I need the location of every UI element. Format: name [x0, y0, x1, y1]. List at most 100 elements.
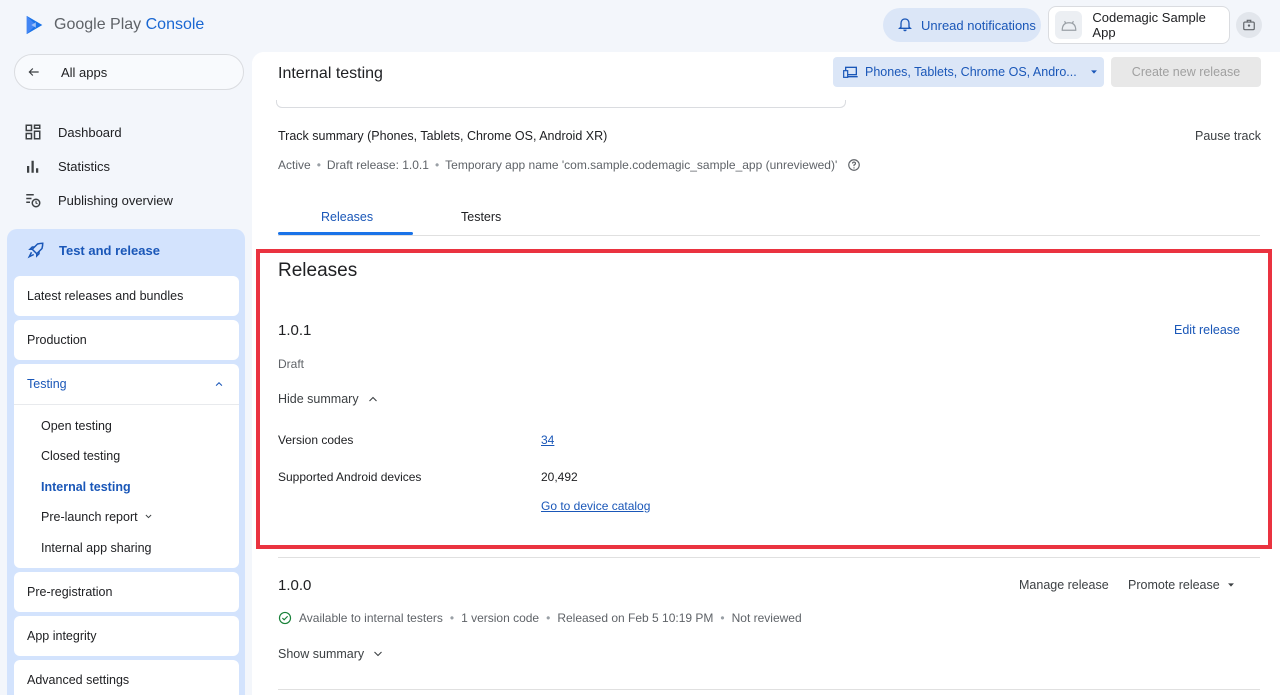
highlight-box: [256, 249, 1272, 549]
sidebar-item-label: Pre-registration: [27, 585, 113, 599]
sidebar: All apps Dashboard Statistics Publishing…: [0, 52, 252, 695]
release-date: Released on Feb 5 10:19 PM: [557, 611, 714, 625]
edit-release-button[interactable]: Edit release: [1174, 323, 1240, 337]
notification-bell-icon: [898, 18, 912, 32]
test-and-release-group: Test and release Latest releases and bun…: [7, 229, 245, 695]
separator-dot: •: [449, 611, 455, 625]
active-tab-indicator: [278, 232, 413, 235]
device-catalog-link[interactable]: Go to device catalog: [541, 499, 650, 513]
releases-section-title: Releases: [278, 260, 358, 281]
dropdown-arrow-icon: [1227, 583, 1234, 587]
release-status-line: Available to internal testers • 1 versio…: [278, 611, 802, 625]
sidebar-item-open-testing[interactable]: Open testing: [41, 419, 112, 433]
android-icon: [1061, 20, 1077, 31]
publishing-clock-icon: [26, 194, 41, 208]
sidebar-item-internal-app-sharing[interactable]: Internal app sharing: [41, 541, 152, 555]
help-icon[interactable]: [847, 158, 861, 172]
pause-track-button[interactable]: Pause track: [1195, 129, 1261, 143]
draft-release-info: Draft release: 1.0.1: [326, 158, 429, 172]
sidebar-item-label: Pre-launch report: [41, 510, 138, 524]
sidebar-item-label: Advanced settings: [27, 673, 130, 687]
sidebar-item-advanced-settings[interactable]: Advanced settings: [14, 660, 239, 695]
supported-devices-label: Supported Android devices: [278, 470, 422, 484]
briefcase-icon: [1243, 19, 1255, 31]
logo-product: Console: [145, 16, 205, 33]
sidebar-item-label: Latest releases and bundles: [27, 289, 184, 303]
tab-testers[interactable]: Testers: [461, 210, 501, 224]
page-header: Internal testing Phones, Tablets, Chrome…: [252, 52, 1280, 100]
sidebar-item-production[interactable]: Production: [14, 320, 239, 360]
track-status-line: Active • Draft release: 1.0.1 • Temporar…: [278, 158, 861, 172]
track-summary-title: Track summary (Phones, Tablets, Chrome O…: [278, 129, 608, 143]
unread-notifications-label: Unread notifications: [921, 17, 1036, 33]
app-avatar: [1055, 11, 1083, 39]
main-content: Internal testing Phones, Tablets, Chrome…: [252, 52, 1280, 695]
arrow-back-icon: [28, 68, 39, 76]
chevron-down-icon: [145, 514, 152, 519]
test-and-release-label: Test and release: [59, 242, 160, 258]
hide-summary-button[interactable]: Hide summary: [278, 392, 379, 406]
all-apps-label: All apps: [61, 64, 108, 80]
account-button[interactable]: [1236, 12, 1262, 38]
availability-status: Available to internal testers: [299, 611, 443, 625]
version-code-link[interactable]: 34: [541, 433, 554, 447]
app-name: Codemagic Sample App: [1092, 10, 1206, 40]
sidebar-item-pre-launch-report[interactable]: Pre-launch report: [41, 510, 153, 524]
tab-bar: Releases Testers: [278, 198, 1260, 236]
sidebar-item-app-integrity[interactable]: App integrity: [14, 616, 239, 656]
version-code-count: 1 version code: [461, 611, 540, 625]
separator-dot: •: [316, 158, 321, 172]
release-status: Draft: [278, 357, 305, 371]
google-play-console-logo[interactable]: Google Play Console: [24, 14, 204, 36]
create-new-release-button[interactable]: Create new release: [1111, 57, 1261, 87]
sidebar-item-label: App integrity: [27, 629, 97, 643]
app-switcher[interactable]: Codemagic Sample App: [1048, 6, 1230, 44]
sidebar-item-closed-testing[interactable]: Closed testing: [41, 449, 120, 463]
play-console-logo-icon: [26, 15, 43, 35]
divider: [14, 404, 239, 405]
divider: [278, 557, 1260, 558]
device-type-select[interactable]: Phones, Tablets, Chrome OS, Andro...: [833, 57, 1104, 87]
sidebar-item-internal-testing[interactable]: Internal testing: [41, 480, 131, 494]
promote-release-label: Promote release: [1128, 578, 1220, 592]
sidebar-item-publishing-overview[interactable]: Publishing overview: [24, 188, 173, 212]
sidebar-item-pre-registration[interactable]: Pre-registration: [14, 572, 239, 612]
sidebar-item-statistics[interactable]: Statistics: [24, 154, 110, 178]
supported-devices-value: 20,492: [541, 470, 578, 484]
unread-notifications-button[interactable]: Unread notifications: [883, 8, 1041, 42]
bar-chart-icon: [27, 160, 39, 173]
sidebar-item-label: Production: [27, 333, 87, 347]
review-status: Not reviewed: [731, 611, 802, 625]
chevron-down-icon: [374, 651, 383, 657]
separator-dot: •: [546, 611, 551, 625]
promote-release-button[interactable]: Promote release: [1128, 578, 1236, 592]
sidebar-testing-card: Testing Open testing Closed testing Inte…: [14, 364, 239, 568]
chevron-up-icon: [368, 396, 377, 402]
dropdown-arrow-icon: [1090, 70, 1097, 74]
sidebar-item-testing[interactable]: Testing: [27, 377, 67, 391]
sidebar-item-dashboard[interactable]: Dashboard: [24, 120, 122, 144]
logo-brand: Google Play: [54, 16, 142, 33]
release-version: 1.0.1: [278, 322, 312, 339]
manage-release-button[interactable]: Manage release: [1019, 578, 1109, 592]
version-codes-label: Version codes: [278, 433, 354, 447]
show-summary-label: Show summary: [278, 647, 365, 661]
hide-summary-label: Hide summary: [278, 392, 359, 406]
dashboard-icon: [25, 124, 41, 140]
sidebar-item-label: Dashboard: [58, 124, 122, 140]
sidebar-item-label: Statistics: [58, 158, 111, 174]
all-apps-button[interactable]: All apps: [14, 54, 244, 90]
release-version: 1.0.0: [278, 577, 312, 594]
show-summary-button[interactable]: Show summary: [278, 647, 384, 661]
tab-releases[interactable]: Releases: [321, 210, 373, 224]
rocket-icon: [27, 242, 44, 259]
device-type-select-value: Phones, Tablets, Chrome OS, Andro...: [865, 65, 1077, 79]
separator-dot: •: [434, 158, 440, 172]
chevron-up-icon[interactable]: [214, 379, 224, 389]
sidebar-item-latest-releases[interactable]: Latest releases and bundles: [14, 276, 239, 316]
devices-icon: [843, 66, 858, 78]
page-title: Internal testing: [278, 65, 383, 82]
sidebar-item-test-and-release[interactable]: Test and release: [27, 241, 160, 259]
track-state: Active: [278, 158, 311, 172]
sidebar-item-label: Publishing overview: [58, 192, 173, 208]
